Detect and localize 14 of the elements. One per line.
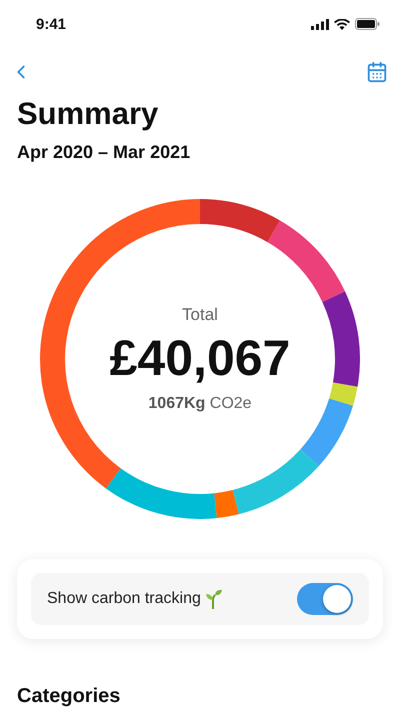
battery-icon bbox=[355, 18, 380, 30]
wifi-icon bbox=[334, 18, 350, 30]
total-amount: £40,067 bbox=[110, 329, 290, 387]
toggle-label: Show carbon tracking bbox=[47, 590, 201, 608]
date-range: Apr 2020 – Mar 2021 bbox=[17, 142, 192, 163]
page-title: Summary bbox=[17, 96, 160, 132]
sprout-icon bbox=[204, 589, 223, 609]
total-label: Total bbox=[182, 305, 218, 325]
status-time: 9:41 bbox=[36, 16, 66, 32]
calendar-icon[interactable] bbox=[366, 61, 388, 83]
signal-icon bbox=[311, 18, 329, 30]
carbon-amount: 1067Kg CO2e bbox=[148, 395, 252, 413]
section-title: Categories bbox=[17, 685, 122, 708]
carbon-switch[interactable] bbox=[297, 583, 353, 615]
